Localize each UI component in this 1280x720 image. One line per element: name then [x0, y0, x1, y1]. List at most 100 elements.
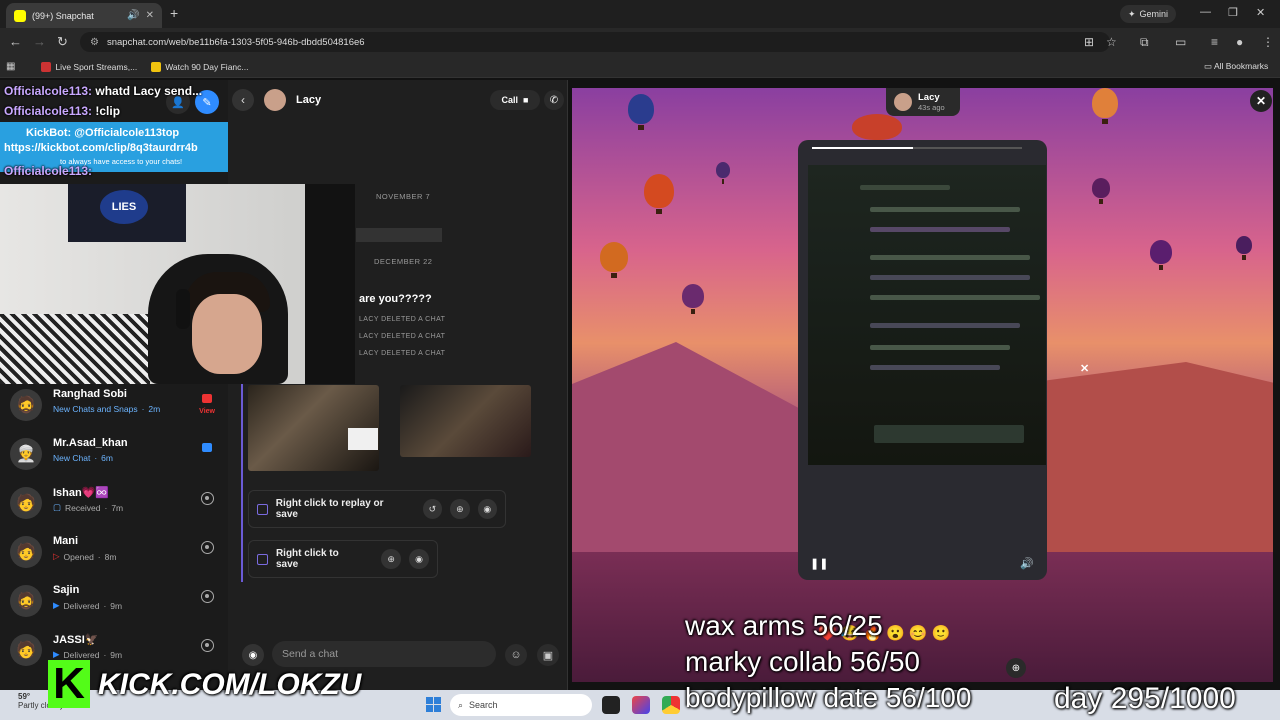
- redacted-message: [356, 228, 442, 242]
- hd-icon: [151, 61, 162, 72]
- save-row[interactable]: Right click to save ⊕ ◉: [248, 540, 438, 578]
- camera-icon[interactable]: [201, 639, 214, 652]
- window-close-button[interactable]: ✕: [1256, 6, 1265, 19]
- replay-label: Right click to replay or save: [275, 498, 384, 520]
- back-icon[interactable]: ‹: [232, 89, 254, 111]
- pause-icon[interactable]: ❚❚: [810, 557, 828, 570]
- chat-row-sajin[interactable]: 🧔 Sajin ▶ Delivered · 9m: [0, 576, 228, 625]
- save-icon[interactable]: ⊕: [450, 499, 470, 519]
- camera-icon[interactable]: ◉: [242, 644, 264, 666]
- camera-icon[interactable]: [201, 541, 214, 554]
- speaker-icon[interactable]: 🔊: [127, 10, 139, 21]
- url-bar[interactable]: ⚙ snapchat.com/web/be11b6fa-1303-5f05-94…: [80, 32, 1110, 52]
- gemini-icon: ✦: [1128, 8, 1136, 19]
- gemini-button[interactable]: ✦ Gemini: [1120, 5, 1177, 23]
- camera-icon[interactable]: [201, 590, 214, 603]
- deleted-note: LACY DELETED A CHAT: [359, 333, 446, 340]
- chat-row-ishan[interactable]: 🧑 Ishan💗♾️ ▢ Received · 7m: [0, 478, 228, 527]
- snap-video-frame: [808, 165, 1046, 465]
- browser-tab[interactable]: (99+) Snapchat 🔊 ✕: [6, 3, 162, 28]
- minimize-button[interactable]: —: [1200, 6, 1211, 18]
- screenshot-camera-icon[interactable]: ◉: [409, 549, 429, 569]
- chat-row-mani[interactable]: 🧑 Mani ▷ Opened · 8m: [0, 527, 228, 576]
- view-badge[interactable]: View: [199, 408, 215, 415]
- taskbar-search[interactable]: ⌕ Search: [450, 694, 592, 716]
- tab-close-icon[interactable]: ✕: [146, 10, 154, 21]
- maximize-button[interactable]: ❐: [1228, 6, 1238, 19]
- taskview-icon[interactable]: [602, 696, 620, 714]
- stream-chat-overlay: Officialcole113: whatd Lacy send... Offi…: [0, 82, 228, 182]
- reload-icon[interactable]: ↻: [57, 34, 68, 50]
- chat-title: Lacy: [296, 94, 322, 106]
- avatar: [894, 93, 912, 111]
- chat-status: ▷ Opened · 8m: [53, 551, 117, 562]
- screenshot-camera-icon[interactable]: ◉: [477, 499, 497, 519]
- call-button[interactable]: Call ■: [490, 90, 540, 110]
- balloon: [852, 114, 902, 146]
- star-icon[interactable]: ☆: [1106, 35, 1117, 49]
- site-info-icon[interactable]: ⚙: [90, 37, 99, 48]
- forward-arrow-icon[interactable]: →: [33, 34, 46, 49]
- replay-icon[interactable]: ↺: [422, 499, 443, 519]
- bookmark-90-day[interactable]: Watch 90 Day Fianc...: [151, 61, 249, 72]
- reaction-wow-icon[interactable]: 😮: [886, 624, 905, 642]
- media-thumbnail[interactable]: [400, 385, 531, 457]
- reaction-smile-icon[interactable]: 😊: [909, 624, 928, 642]
- copilot-icon[interactable]: [632, 696, 650, 714]
- camera-icon[interactable]: [201, 492, 214, 505]
- save-icon[interactable]: ⊕: [381, 549, 402, 569]
- all-bookmarks[interactable]: ▭ All Bookmarks: [1204, 61, 1268, 72]
- sender-indicator-line: [241, 384, 243, 582]
- menu-kebab-icon[interactable]: ⋮: [1262, 35, 1274, 49]
- chat-row-jassi[interactable]: 🧑 JASSI🦅 ▶ Delivered · 9m: [0, 625, 228, 674]
- volume-icon[interactable]: 🔊: [1020, 557, 1034, 570]
- phone-icon[interactable]: ✆: [544, 90, 564, 110]
- avatar[interactable]: [264, 89, 286, 111]
- new-snap-icon: [202, 394, 212, 403]
- opened-icon: ▷: [53, 551, 60, 561]
- close-icon[interactable]: ✕: [1080, 362, 1089, 375]
- media-checkbox[interactable]: [257, 503, 268, 515]
- date-separator: NOVEMBER 7: [376, 192, 431, 201]
- send-chat-input[interactable]: [272, 641, 496, 667]
- profile-avatar-icon[interactable]: ●: [1236, 35, 1243, 49]
- url-text: snapchat.com/web/be11b6fa-1303-5f05-946b…: [106, 36, 365, 48]
- webcam-edge: [305, 184, 355, 384]
- poster-logo: LIES: [100, 190, 148, 224]
- windows-start-icon[interactable]: [426, 697, 441, 712]
- install-icon[interactable]: ⊞: [1084, 35, 1094, 49]
- back-arrow-icon[interactable]: ←: [9, 34, 22, 49]
- reaction-bitmoji-icon[interactable]: 🙂: [931, 624, 950, 642]
- bookmark-live-sport[interactable]: Live Sport Streams,...: [41, 61, 138, 72]
- bookmarks-bar: ▦ Live Sport Streams,... Watch 90 Day Fi…: [0, 56, 1280, 78]
- sender-time: 43s ago: [918, 103, 945, 112]
- chat-row-asad[interactable]: 👳 Mr.Asad_khan New Chat · 6m: [0, 429, 228, 478]
- chat-row-ranghad[interactable]: 🧔 Ranghad Sobi New Chats and Snaps · 2m Vi…: [0, 380, 228, 429]
- received-icon: ▢: [53, 502, 62, 512]
- mountain: [572, 342, 832, 552]
- new-tab-button[interactable]: +: [170, 5, 178, 21]
- chrome-icon[interactable]: [662, 696, 680, 714]
- close-viewer-icon[interactable]: ✕: [1250, 90, 1272, 112]
- replay-save-row[interactable]: Right click to replay or save ↺ ⊕ ◉: [248, 490, 506, 528]
- search-icon: ⌕: [458, 699, 464, 710]
- gallery-icon[interactable]: ▣: [537, 644, 559, 666]
- balloon: [1150, 240, 1172, 270]
- save-label: Right click to save: [275, 548, 339, 570]
- media-icon[interactable]: ▭: [1175, 35, 1186, 49]
- extensions-icon[interactable]: ⧉: [1140, 35, 1149, 50]
- reply-icon[interactable]: ⊕: [1006, 658, 1026, 678]
- thumbnail-patch: [348, 428, 378, 450]
- tab-search-icon[interactable]: ≡: [1211, 35, 1218, 49]
- stream-goal-text: bodypillow date 56/100: [685, 682, 972, 713]
- chat-header: ‹ Lacy: [232, 88, 321, 112]
- bookmark-label: Live Sport Streams,...: [55, 61, 138, 72]
- media-checkbox[interactable]: [257, 553, 268, 565]
- chat-status: New Chats and Snaps · 2m: [53, 404, 161, 414]
- emoji-icon[interactable]: ☺: [505, 644, 527, 666]
- apps-icon[interactable]: ▦: [6, 61, 15, 72]
- bookmark-label: Watch 90 Day Fianc...: [165, 61, 249, 72]
- date-separator: DECEMBER 22: [374, 257, 433, 266]
- avatar: 🧑: [10, 486, 42, 519]
- stream-chat-line: Officialcole113: whatd Lacy send...: [4, 84, 203, 98]
